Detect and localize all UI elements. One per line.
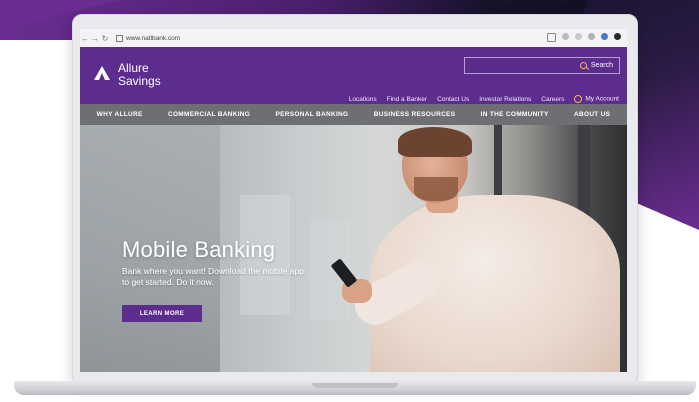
laptop-notch: [312, 383, 398, 388]
profile-avatar-icon[interactable]: [614, 33, 621, 40]
extension-icon[interactable]: [562, 33, 569, 40]
reload-icon[interactable]: ↻: [100, 34, 110, 43]
logo-text-line1[interactable]: Allure: [118, 62, 149, 74]
browser-viewport: ← → ↻ www.natlbank.com Allure Savings Se…: [80, 29, 627, 372]
utility-nav: Locations Find a Banker Contact Us Inves…: [349, 95, 619, 103]
extension-icon[interactable]: [575, 33, 582, 40]
nav-item-business-resources[interactable]: BUSINESS RESOURCES: [374, 111, 456, 118]
logo-icon[interactable]: [94, 66, 110, 80]
nav-item-personal-banking[interactable]: PERSONAL BANKING: [275, 111, 348, 118]
browser-toolbar: ← → ↻ www.natlbank.com: [80, 29, 627, 48]
hero-photo-person: [414, 177, 458, 201]
nav-item-commercial-banking[interactable]: COMMERCIAL BANKING: [168, 111, 250, 118]
my-account-link[interactable]: My Account: [574, 95, 619, 103]
extension-icon[interactable]: [588, 33, 595, 40]
nav-item-in-the-community[interactable]: IN THE COMMUNITY: [481, 111, 549, 118]
forward-arrow-icon[interactable]: →: [90, 34, 100, 43]
search-input[interactable]: Search: [464, 57, 620, 74]
address-bar[interactable]: www.natlbank.com: [116, 34, 181, 42]
nav-item-about-us[interactable]: ABOUT US: [574, 111, 610, 118]
main-nav: WHY ALLURE COMMERCIAL BANKING PERSONAL B…: [80, 104, 627, 125]
browser-extension-icons: [547, 33, 621, 42]
hero-banner: Mobile Banking Bank where you want! Down…: [80, 125, 627, 372]
my-account-label: My Account: [585, 95, 619, 103]
url-text: www.natlbank.com: [126, 34, 181, 42]
nav-item-why-allure[interactable]: WHY ALLURE: [97, 111, 143, 118]
util-link-careers[interactable]: Careers: [541, 96, 564, 103]
logo-text-line2[interactable]: Savings: [118, 75, 161, 87]
hero-title: Mobile Banking: [122, 237, 276, 262]
util-link-investor-relations[interactable]: Investor Relations: [479, 96, 531, 103]
search-icon[interactable]: [579, 62, 587, 69]
bookmark-star-icon[interactable]: [547, 33, 556, 42]
site-header: Allure Savings Search Locations Find a B…: [80, 47, 627, 104]
back-arrow-icon[interactable]: ←: [80, 34, 90, 43]
util-link-find-a-banker[interactable]: Find a Banker: [387, 96, 427, 103]
lock-icon: [116, 34, 123, 42]
search-button[interactable]: Search: [591, 62, 613, 69]
extension-icon[interactable]: [601, 33, 608, 40]
util-link-locations[interactable]: Locations: [349, 96, 377, 103]
account-icon: [574, 95, 583, 103]
learn-more-button[interactable]: LEARN MORE: [122, 305, 202, 322]
hero-subtitle: Bank where you want! Download the mobile…: [122, 266, 304, 287]
hero-photo-person: [398, 127, 472, 157]
util-link-contact-us[interactable]: Contact Us: [437, 96, 469, 103]
